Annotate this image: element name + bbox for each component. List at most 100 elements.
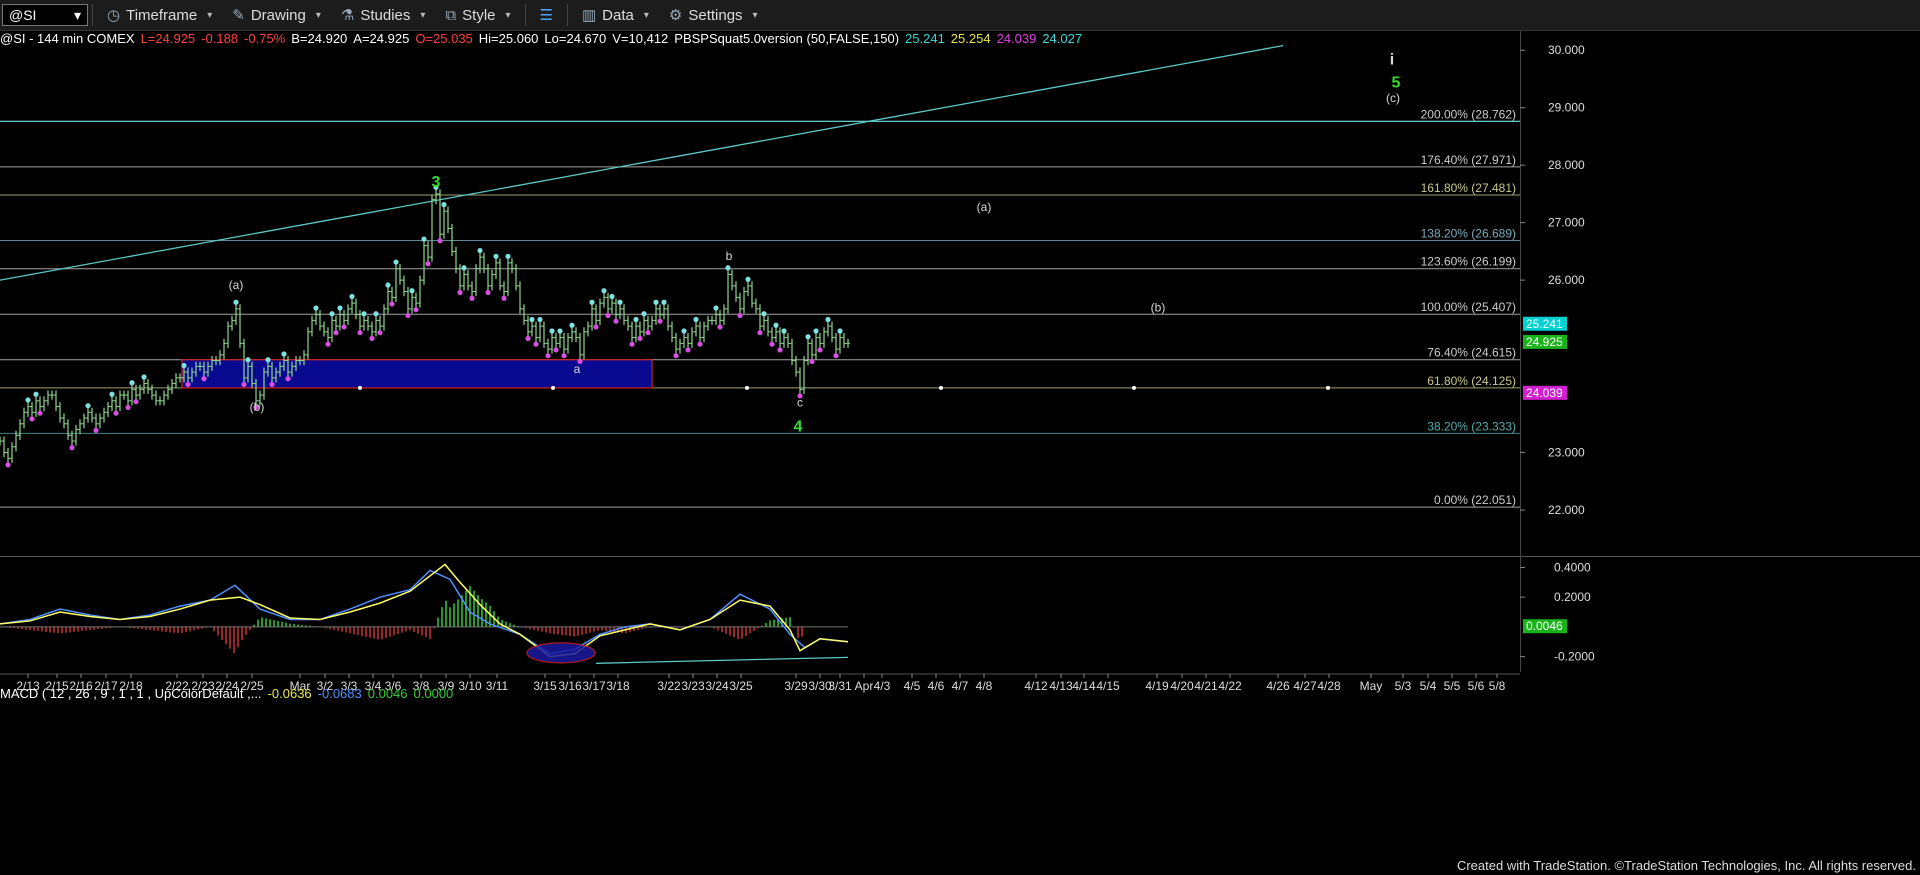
toolbar-separator — [524, 4, 526, 26]
fib-level-label: 161.80% (27.481) — [1421, 181, 1516, 195]
swing-high-marker — [633, 316, 639, 323]
fib-level-label: 61.80% (24.125) — [1427, 374, 1516, 388]
date-axis-label: 4/27 — [1293, 679, 1317, 693]
macd-signal-value: -0.0683 — [317, 686, 362, 701]
level-marker-dot — [745, 385, 749, 390]
swing-high-marker — [529, 316, 535, 323]
fib-level-label: 0.00% (22.051) — [1434, 493, 1516, 507]
indicator-value: 25.254 — [950, 31, 991, 46]
date-axis-label: 4/3 — [874, 679, 891, 693]
swing-low-marker — [717, 324, 723, 330]
swing-low-marker — [605, 312, 611, 319]
swing-low-marker — [377, 330, 383, 336]
price-info-bar: @SI - 144 min COMEX L=24.925 -0.188 -0.7… — [0, 31, 1082, 47]
swing-high-marker — [477, 247, 483, 254]
swing-high-marker — [589, 299, 595, 305]
date-axis-label: 4/28 — [1317, 679, 1341, 693]
date-axis-label: 3/17 — [582, 679, 606, 693]
swing-low-marker — [5, 462, 11, 468]
swing-low-marker — [833, 353, 839, 359]
trendline — [0, 45, 1284, 281]
level-marker-dot — [551, 385, 555, 390]
swing-high-marker — [693, 316, 699, 323]
pencil-icon: ✎ — [232, 7, 245, 24]
data-label: Data — [602, 6, 634, 24]
swing-high-marker — [761, 311, 767, 317]
swing-low-marker — [29, 416, 35, 422]
fib-level-label: 138.20% (26.689) — [1421, 227, 1516, 241]
swing-high-marker — [33, 391, 39, 397]
swing-high-marker — [265, 357, 271, 363]
swing-high-marker — [461, 265, 467, 271]
wave-label: (b) — [1151, 301, 1166, 315]
macd-highlight-ellipse — [526, 642, 596, 664]
macd-hist-value: 0.0046 — [367, 686, 408, 701]
layout-button[interactable]: ☰ — [530, 2, 563, 28]
settings-button[interactable]: ⚙ Settings ▾ — [659, 2, 768, 28]
price-axis-label: 22.000 — [1548, 503, 1585, 517]
drawing-button[interactable]: ✎ Drawing ▾ — [222, 2, 331, 28]
price-marker-label: 24.925 — [1526, 335, 1563, 349]
ask-price: A=24.925 — [353, 31, 410, 46]
price-axis-label: 30.000 — [1548, 43, 1585, 57]
toolbar: @SI ▾ ◷ Timeframe ▾ ✎ Drawing ▾ ⚗ Studie… — [0, 0, 1920, 31]
swing-low-marker — [553, 347, 559, 353]
swing-high-marker — [813, 328, 819, 334]
swing-low-marker — [405, 312, 411, 319]
wave-label: 4 — [794, 418, 803, 435]
date-axis-label: 4/13 — [1049, 679, 1073, 693]
swing-high-marker — [557, 328, 563, 334]
wave-label: i — [1390, 52, 1394, 69]
swing-low-marker — [437, 238, 443, 244]
price-marker-label: 24.039 — [1526, 386, 1563, 400]
indicator-value: 24.027 — [1042, 31, 1083, 46]
swing-high-marker — [493, 253, 499, 259]
data-button[interactable]: ▥ Data ▾ — [572, 2, 659, 28]
date-axis-label: 5/3 — [1395, 679, 1412, 693]
swing-low-marker — [533, 341, 539, 347]
date-axis-label: 3/22 — [657, 679, 681, 693]
swing-high-marker — [141, 374, 147, 380]
swing-low-marker — [645, 330, 651, 336]
level-marker-dot — [358, 385, 362, 390]
bar-chart-icon: ▥ — [581, 7, 597, 24]
caret-down-icon: ▾ — [643, 9, 649, 21]
date-axis-label: Apr — [855, 679, 874, 693]
symbol-input[interactable]: @SI ▾ — [2, 4, 88, 26]
swing-high-marker — [281, 351, 287, 357]
fib-level-label: 200.00% (28.762) — [1421, 107, 1516, 121]
price-axis-label: 26.000 — [1548, 273, 1585, 287]
swing-low-marker — [757, 330, 763, 336]
date-axis-label: 4/22 — [1218, 679, 1242, 693]
swing-high-marker — [25, 397, 31, 403]
date-axis-label: 3/24 — [705, 679, 729, 693]
swing-high-marker — [537, 316, 543, 323]
swing-low-marker — [501, 295, 507, 301]
price-axis-label: 29.000 — [1548, 101, 1585, 115]
swing-high-marker — [609, 293, 615, 300]
last-price: L=24.925 — [140, 31, 196, 46]
swing-low-marker — [325, 341, 331, 347]
swing-high-marker — [781, 328, 787, 334]
date-axis-label: 3/16 — [558, 679, 582, 693]
style-label: Style — [462, 6, 496, 24]
swing-high-marker — [641, 311, 647, 317]
swing-low-marker — [485, 289, 491, 296]
date-axis-label: 4/26 — [1266, 679, 1290, 693]
macd-value: -0.0636 — [267, 686, 312, 701]
swing-low-marker — [593, 324, 599, 330]
caret-down-icon: ▾ — [752, 9, 758, 21]
swing-low-marker — [637, 335, 643, 342]
studies-button[interactable]: ⚗ Studies ▾ — [331, 2, 436, 28]
style-button[interactable]: ⧉ Style ▾ — [435, 2, 520, 28]
swing-high-marker — [349, 293, 355, 300]
swing-high-marker — [329, 311, 335, 317]
macd-axis-label: -0.2000 — [1554, 650, 1595, 664]
swing-high-marker — [837, 328, 843, 334]
swing-low-marker — [737, 312, 743, 319]
swing-low-marker — [285, 376, 291, 382]
swing-high-marker — [385, 282, 391, 288]
chart-canvas[interactable]: 200.00% (28.762) 176.40% (27.971) 161.80% … — [0, 0, 1920, 875]
timeframe-button[interactable]: ◷ Timeframe ▾ — [97, 2, 222, 28]
swing-low-marker — [545, 353, 551, 359]
